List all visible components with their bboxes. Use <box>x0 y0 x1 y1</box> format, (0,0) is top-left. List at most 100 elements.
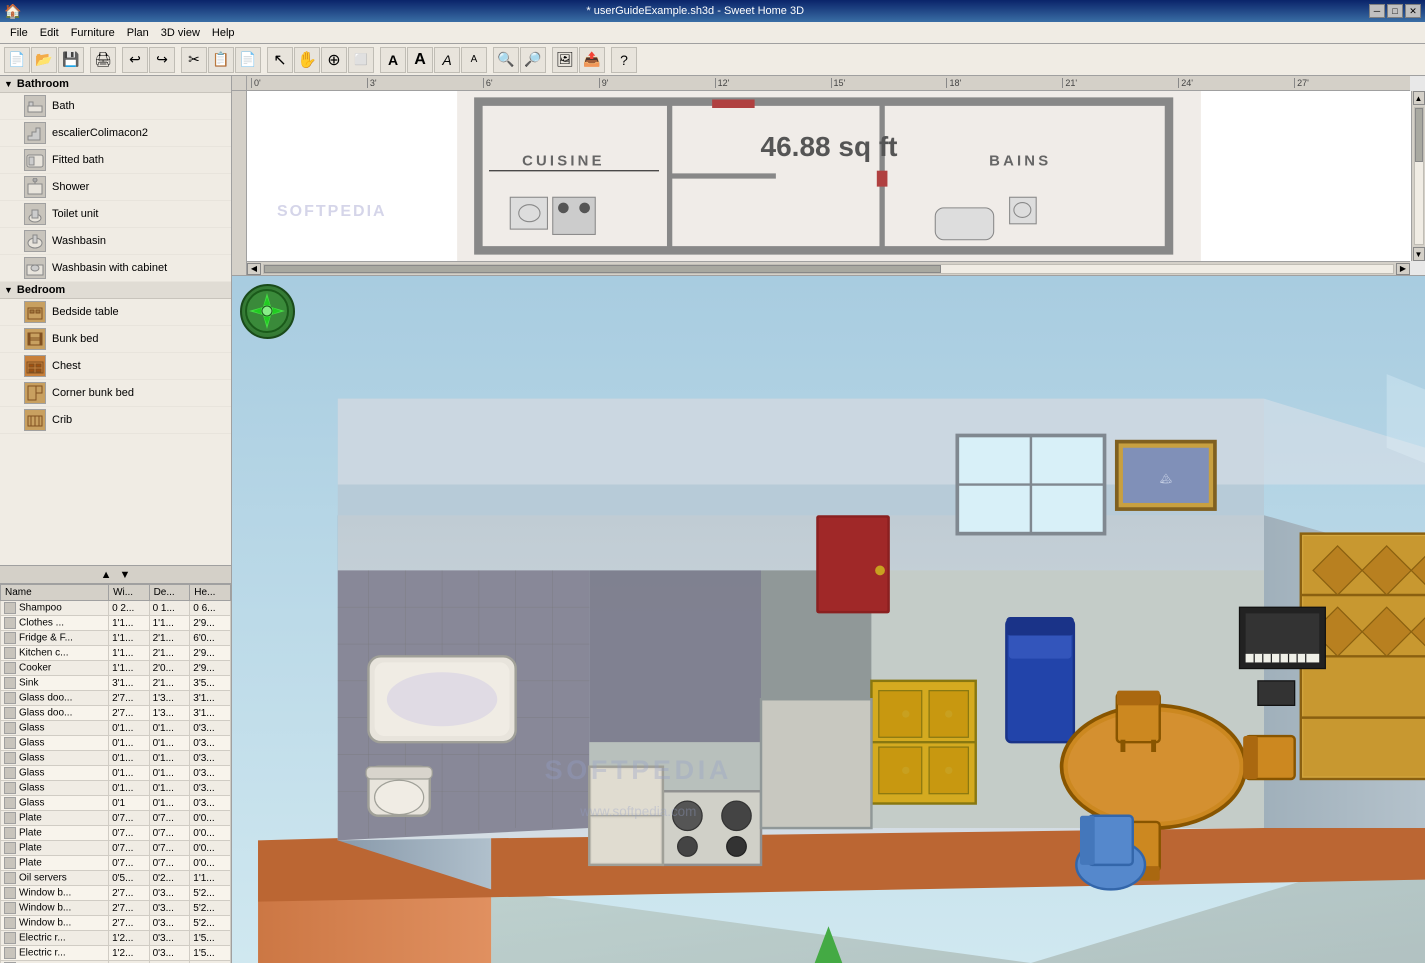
table-row[interactable]: Glass0'1...0'1...0'3... <box>1 781 231 796</box>
help-button[interactable]: ? <box>611 47 637 73</box>
table-row[interactable]: Glass doo...2'7...1'3...3'1... <box>1 691 231 706</box>
text-italic-button[interactable]: A <box>434 47 460 73</box>
furniture-button[interactable]: ⊕ <box>321 47 347 73</box>
item-fitted-bath[interactable]: Fitted bath <box>0 147 231 174</box>
wall-button[interactable]: ⬜ <box>348 47 374 73</box>
copy-button[interactable]: 📋 <box>208 47 234 73</box>
item-bedside[interactable]: Bedside table <box>0 299 231 326</box>
vscroll-up[interactable]: ▲ <box>1413 91 1425 105</box>
shower-label: Shower <box>52 181 89 193</box>
select-button[interactable]: ↖ <box>267 47 293 73</box>
plan-hscroll[interactable]: ◀ ▶ <box>247 261 1410 275</box>
table-row[interactable]: Electric r...1'2...0'3...1'5... <box>1 946 231 961</box>
table-row[interactable]: Shampoo0 2...0 1...0 6... <box>1 601 231 616</box>
plan-content[interactable]: 46.88 sq ft CUISINE <box>247 91 1411 261</box>
item-chest[interactable]: Chest <box>0 353 231 380</box>
maximize-button[interactable]: □ <box>1387 4 1403 18</box>
table-cell: 2'7... <box>109 901 150 916</box>
hscroll-left[interactable]: ◀ <box>247 263 261 275</box>
escalier-icon <box>24 122 46 144</box>
view3d[interactable]: 🏔 <box>232 276 1425 963</box>
export-button[interactable]: 📤 <box>579 47 605 73</box>
vscroll-down[interactable]: ▼ <box>1413 247 1425 261</box>
print-button[interactable]: 🖨 <box>90 47 116 73</box>
col-height[interactable]: He... <box>190 585 231 601</box>
new-button[interactable]: 📄 <box>4 47 30 73</box>
item-washbasin-cab[interactable]: Washbasin with cabinet <box>0 255 231 282</box>
item-washbasin[interactable]: Washbasin <box>0 228 231 255</box>
table-cell: 2'1... <box>149 676 190 691</box>
menu-furniture[interactable]: Furniture <box>65 25 121 41</box>
category-bathroom[interactable]: ▼ Bathroom <box>0 76 231 93</box>
table-row[interactable]: Glass0'10'1...0'3... <box>1 796 231 811</box>
category-bedroom[interactable]: ▼ Bedroom <box>0 282 231 299</box>
furniture-tree[interactable]: ▼ Bathroom Bath escalierColimacon2 <box>0 76 231 565</box>
table-row[interactable]: Window b...2'7...0'3...5'2... <box>1 901 231 916</box>
table-row[interactable]: Glass0'1...0'1...0'3... <box>1 766 231 781</box>
svg-text:CUISINE: CUISINE <box>522 153 605 169</box>
minimize-button[interactable]: ─ <box>1369 4 1385 18</box>
zoom-in-button[interactable]: 🔍 <box>493 47 519 73</box>
undo-button[interactable]: ↩ <box>122 47 148 73</box>
menu-plan[interactable]: Plan <box>121 25 155 41</box>
zoom-out-button[interactable]: 🔎 <box>520 47 546 73</box>
table-row[interactable]: Fridge & F...1'1...2'1...6'0... <box>1 631 231 646</box>
menu-edit[interactable]: Edit <box>34 25 65 41</box>
hscroll-right[interactable]: ▶ <box>1396 263 1410 275</box>
col-name[interactable]: Name <box>1 585 109 601</box>
table-row[interactable]: Clothes ...1'1...1'1...2'9... <box>1 616 231 631</box>
text-button[interactable]: A <box>380 47 406 73</box>
panel-scroll-down[interactable]: ▼ <box>116 569 135 581</box>
table-row[interactable]: Plate0'7...0'7...0'0... <box>1 826 231 841</box>
furniture-table-panel[interactable]: Name Wi... De... He... Shampoo0 2...0 1.… <box>0 583 231 963</box>
table-row[interactable]: Window b...2'7...0'3...5'2... <box>1 886 231 901</box>
text-style-button[interactable]: A <box>461 47 487 73</box>
table-row[interactable]: Electric r...1'2...0'3...1'5... <box>1 931 231 946</box>
hscroll-track[interactable] <box>263 264 1394 274</box>
table-cell: 0'7... <box>149 841 190 856</box>
close-button[interactable]: ✕ <box>1405 4 1421 18</box>
item-corner-bunk[interactable]: Corner bunk bed <box>0 380 231 407</box>
table-row[interactable]: Plate0'7...0'7...0'0... <box>1 841 231 856</box>
plan-area[interactable]: 0' 3' 6' 9' 12' 15' 18' 21' 24' 27' <box>232 76 1425 276</box>
open-button[interactable]: 📂 <box>31 47 57 73</box>
photo-button[interactable]: 🖼 <box>552 47 578 73</box>
table-row[interactable]: Plate0'7...0'7...0'0... <box>1 811 231 826</box>
table-row[interactable]: Cooker1'1...2'0...2'9... <box>1 661 231 676</box>
table-cell: Glass <box>1 796 109 811</box>
panel-scroll-up[interactable]: ▲ <box>97 569 116 581</box>
col-width[interactable]: Wi... <box>109 585 150 601</box>
compass-button[interactable] <box>240 284 295 339</box>
item-escalier[interactable]: escalierColimacon2 <box>0 120 231 147</box>
window-controls: ─ □ ✕ <box>1369 4 1421 18</box>
table-row[interactable]: Glass0'1...0'1...0'3... <box>1 721 231 736</box>
item-shower[interactable]: Shower <box>0 174 231 201</box>
table-row[interactable]: Glass0'1...0'1...0'3... <box>1 736 231 751</box>
item-toilet[interactable]: Toilet unit <box>0 201 231 228</box>
hscroll-thumb[interactable] <box>264 265 941 273</box>
table-row[interactable]: Glass0'1...0'1...0'3... <box>1 751 231 766</box>
paste-button[interactable]: 📄 <box>235 47 261 73</box>
menu-file[interactable]: File <box>4 25 34 41</box>
vscroll-thumb[interactable] <box>1415 108 1423 162</box>
table-row[interactable]: Sink3'1...2'1...3'5... <box>1 676 231 691</box>
row-icon <box>4 707 16 719</box>
col-depth[interactable]: De... <box>149 585 190 601</box>
table-row[interactable]: Glass doo...2'7...1'3...3'1... <box>1 706 231 721</box>
redo-button[interactable]: ↪ <box>149 47 175 73</box>
vscroll-track[interactable] <box>1414 107 1424 245</box>
table-row[interactable]: Kitchen c...1'1...2'1...2'9... <box>1 646 231 661</box>
table-row[interactable]: Plate0'7...0'7...0'0... <box>1 856 231 871</box>
menu-3dview[interactable]: 3D view <box>155 25 206 41</box>
plan-vscroll[interactable]: ▲ ▼ <box>1411 91 1425 261</box>
menu-help[interactable]: Help <box>206 25 241 41</box>
table-row[interactable]: Oil servers0'5...0'2...1'1... <box>1 871 231 886</box>
save-button[interactable]: 💾 <box>58 47 84 73</box>
pan-button[interactable]: ✋ <box>294 47 320 73</box>
cut-button[interactable]: ✂ <box>181 47 207 73</box>
table-row[interactable]: Window b...2'7...0'3...5'2... <box>1 916 231 931</box>
text-large-button[interactable]: A <box>407 47 433 73</box>
item-bath[interactable]: Bath <box>0 93 231 120</box>
item-bunkbed[interactable]: Bunk bed <box>0 326 231 353</box>
item-crib[interactable]: Crib <box>0 407 231 434</box>
